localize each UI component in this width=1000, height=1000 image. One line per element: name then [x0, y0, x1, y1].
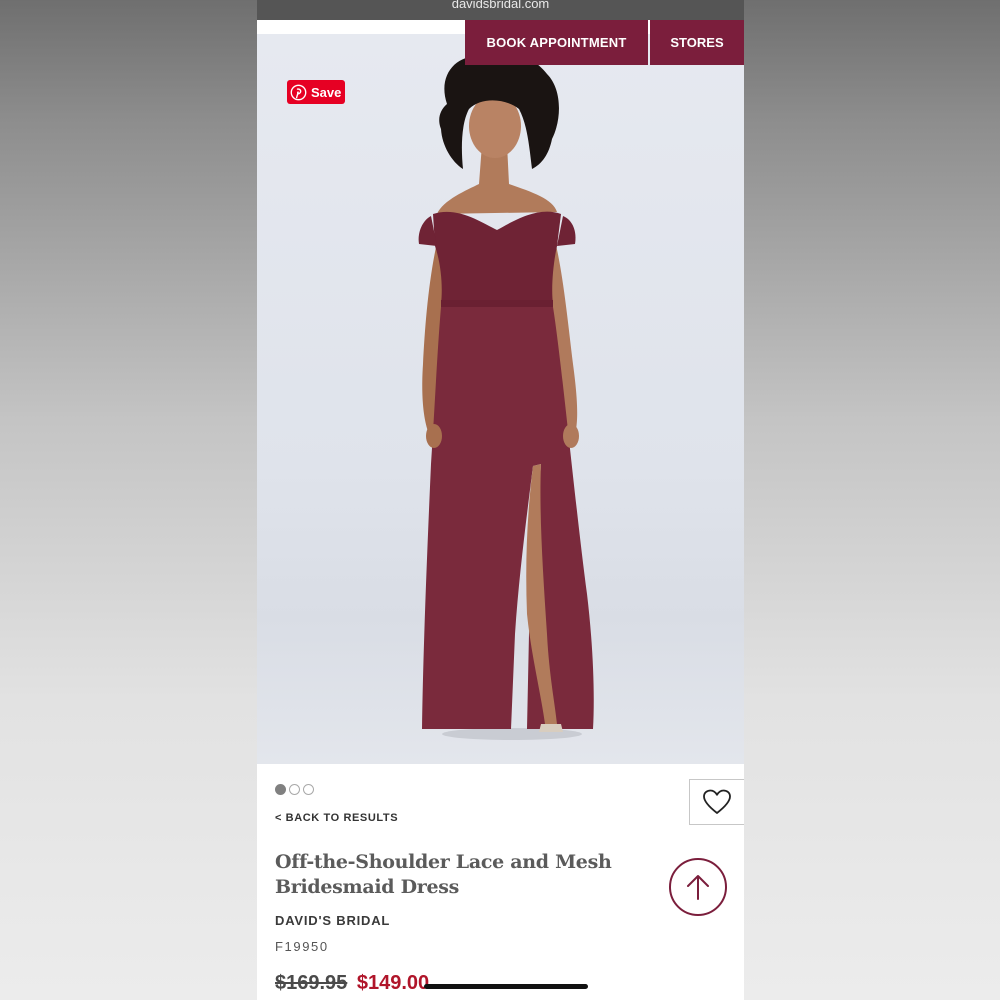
back-to-results-link[interactable]: < BACK TO RESULTS	[275, 812, 398, 824]
add-to-wishlist-button[interactable]	[689, 779, 744, 825]
stores-button[interactable]: STORES	[650, 20, 744, 65]
price-row: $169.95 $149.00	[275, 972, 429, 995]
original-price: $169.95	[275, 972, 348, 994]
gallery-pagination	[275, 784, 314, 795]
arrow-up-icon	[687, 875, 709, 900]
home-indicator[interactable]	[424, 984, 588, 989]
pinterest-icon	[290, 84, 307, 100]
sale-price: $149.00	[356, 972, 430, 994]
phone-screen: davidsbridal.com Save BOOK APPOINTMENT S…	[257, 0, 744, 1000]
product-title: Off-the-Shoulder Lace and Mesh Bridesmai…	[275, 851, 612, 898]
book-appointment-button[interactable]: BOOK APPOINTMENT	[465, 20, 648, 65]
model-figure	[418, 51, 594, 740]
gallery-dot-2[interactable]	[289, 784, 300, 795]
product-hero-image[interactable]: Save	[257, 34, 744, 764]
url-text: davidsbridal.com	[451, 0, 550, 11]
back-to-top-button[interactable]	[669, 858, 727, 916]
pinterest-save-button[interactable]: Save	[287, 80, 345, 104]
gallery-dot-1[interactable]	[275, 784, 286, 795]
heart-icon	[703, 789, 731, 814]
pinterest-save-label: Save	[311, 84, 342, 100]
product-sku: F19950	[275, 939, 329, 954]
browser-url-bar[interactable]: davidsbridal.com	[257, 0, 744, 20]
gallery-dot-3[interactable]	[303, 784, 314, 795]
product-brand[interactable]: DAVID'S BRIDAL	[275, 913, 390, 928]
